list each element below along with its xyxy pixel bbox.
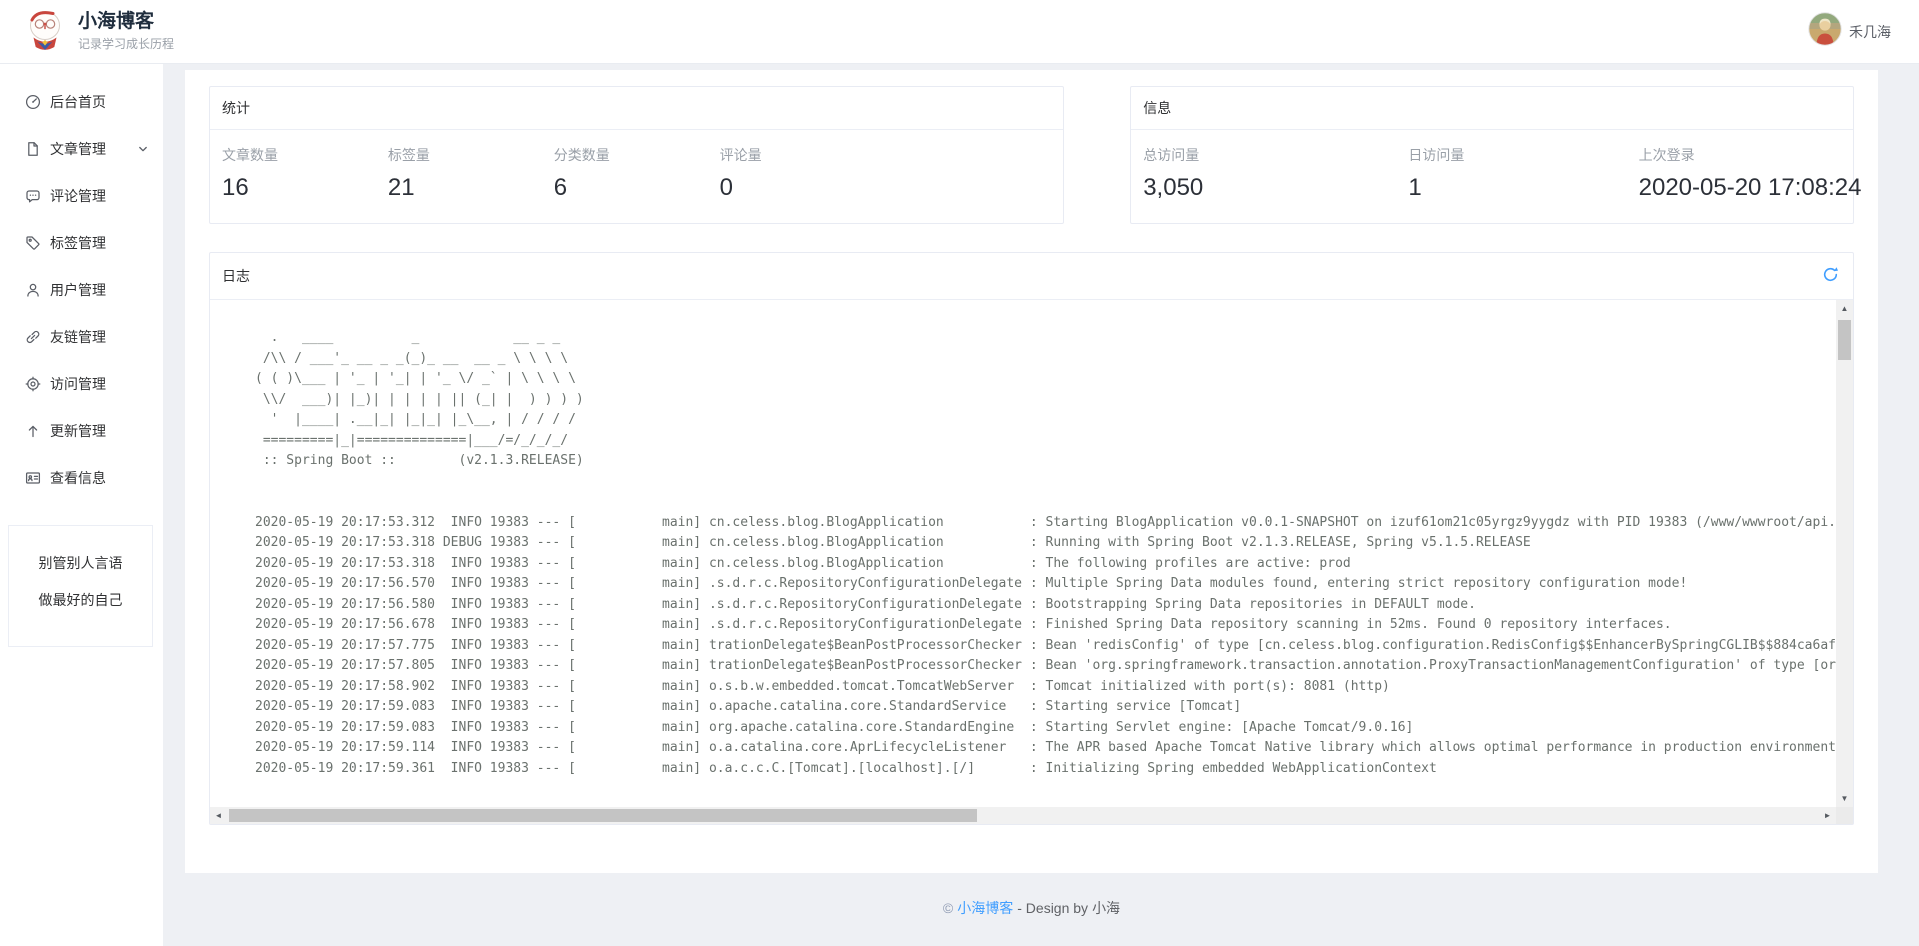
link-icon <box>25 329 41 345</box>
stat-column: 文章数量 16 <box>222 145 388 202</box>
info-label: 总访问量 <box>1143 145 1408 165</box>
sidebar-item-users[interactable]: 用户管理 <box>0 266 163 313</box>
sidebar: 后台首页文章管理评论管理标签管理用户管理友链管理访问管理更新管理查看信息 别管别… <box>0 64 163 946</box>
refresh-button[interactable] <box>1820 264 1841 288</box>
info-label: 上次登录 <box>1639 145 1841 165</box>
scroll-left-arrow-icon[interactable]: ◄ <box>210 807 227 824</box>
info-column: 上次登录 2020-05-20 17:08:24 <box>1639 145 1841 202</box>
log-horizontal-scrollbar[interactable]: ◄ ► <box>210 807 1836 824</box>
dashboard-icon <box>25 94 41 110</box>
motto-line-2: 做最好的自己 <box>13 590 148 610</box>
stats-card-title: 统计 <box>222 100 250 116</box>
sidebar-item-label: 查看信息 <box>50 468 149 488</box>
stat-column: 标签量 21 <box>388 145 554 202</box>
info-card-title: 信息 <box>1143 100 1171 116</box>
app-header: 小海博客 记录学习成长历程 禾几海 <box>0 0 1919 64</box>
log-output: . ____ _ __ _ _ /\\ / ___'_ __ _ _(_)_ _… <box>210 300 1836 779</box>
app-title: 小海博客 <box>78 11 174 33</box>
sidebar-item-label: 标签管理 <box>50 233 149 253</box>
brand-text: 小海博客 记录学习成长历程 <box>78 11 174 52</box>
info-label: 日访问量 <box>1408 145 1638 165</box>
sidebar-item-visits[interactable]: 访问管理 <box>0 360 163 407</box>
stats-card-body: 文章数量 16标签量 21分类数量 6评论量 0 <box>210 130 1063 223</box>
aim-icon <box>25 376 41 392</box>
sidebar-nav: 后台首页文章管理评论管理标签管理用户管理友链管理访问管理更新管理查看信息 <box>0 78 163 501</box>
main-column: 统计 文章数量 16标签量 21分类数量 6评论量 0 信息 总访问量 3,050日访问量… <box>163 64 1919 946</box>
cards-row: 统计 文章数量 16标签量 21分类数量 6评论量 0 信息 总访问量 3,050日访问量… <box>209 86 1854 224</box>
footer-brand-link[interactable]: 小海博客 <box>957 898 1013 918</box>
sidebar-item-label: 后台首页 <box>50 92 149 112</box>
log-body: . ____ _ __ _ _ /\\ / ___'_ __ _ _(_)_ _… <box>210 300 1853 824</box>
info-card: 信息 总访问量 3,050日访问量 1上次登录 2020-05-20 17:08:24 <box>1130 86 1854 224</box>
app-logo <box>24 7 66 56</box>
info-column: 总访问量 3,050 <box>1143 145 1408 202</box>
refresh-icon <box>1822 266 1839 286</box>
info-value: 1 <box>1408 174 1638 202</box>
vertical-scroll-thumb[interactable] <box>1838 320 1851 360</box>
sidebar-item-label: 用户管理 <box>50 280 149 300</box>
stat-value: 0 <box>720 174 886 202</box>
log-viewport[interactable]: . ____ _ __ _ _ /\\ / ___'_ __ _ _(_)_ _… <box>210 300 1836 807</box>
stats-card-header: 统计 <box>210 87 1063 130</box>
stat-label: 文章数量 <box>222 145 388 165</box>
sidebar-item-label: 评论管理 <box>50 186 149 206</box>
info-card-body: 总访问量 3,050日访问量 1上次登录 2020-05-20 17:08:24 <box>1131 130 1853 223</box>
comment-icon <box>25 188 41 204</box>
log-card-title: 日志 <box>222 266 250 286</box>
document-icon <box>25 141 41 157</box>
info-card-header: 信息 <box>1131 87 1853 130</box>
stat-label: 评论量 <box>720 145 886 165</box>
sidebar-item-label: 更新管理 <box>50 421 149 441</box>
motto-line-1: 别管别人言语 <box>13 553 148 573</box>
scroll-up-arrow-icon[interactable]: ▲ <box>1836 300 1853 317</box>
footer-author: 小海 <box>1092 898 1120 918</box>
log-vertical-scrollbar[interactable]: ▲ ▼ <box>1836 300 1853 807</box>
stat-value: 21 <box>388 174 554 202</box>
username: 禾几海 <box>1849 22 1891 42</box>
upload-icon <box>25 423 41 439</box>
log-card-header: 日志 <box>210 253 1853 300</box>
user-menu[interactable]: 禾几海 <box>1808 12 1891 51</box>
horizontal-scroll-thumb[interactable] <box>229 809 977 822</box>
brand: 小海博客 记录学习成长历程 <box>24 7 174 56</box>
footer-copyright: © <box>943 900 953 916</box>
avatar[interactable] <box>1808 12 1842 51</box>
stat-value: 16 <box>222 174 388 202</box>
sidebar-item-updates[interactable]: 更新管理 <box>0 407 163 454</box>
user-icon <box>25 282 41 298</box>
app-subtitle: 记录学习成长历程 <box>78 35 174 52</box>
stat-value: 6 <box>554 174 720 202</box>
scroll-right-arrow-icon[interactable]: ► <box>1819 807 1836 824</box>
id-card-icon <box>25 470 41 486</box>
footer-middle-text: - Design by <box>1017 900 1088 916</box>
chevron-down-icon <box>137 143 149 155</box>
sidebar-item-comments[interactable]: 评论管理 <box>0 172 163 219</box>
footer: © 小海博客 - Design by 小海 <box>185 873 1878 943</box>
stats-card: 统计 文章数量 16标签量 21分类数量 6评论量 0 <box>209 86 1064 224</box>
stat-column: 分类数量 6 <box>554 145 720 202</box>
main-panel: 统计 文章数量 16标签量 21分类数量 6评论量 0 信息 总访问量 3,050日访问量… <box>185 70 1878 873</box>
info-column: 日访问量 1 <box>1408 145 1638 202</box>
sidebar-item-label: 访问管理 <box>50 374 149 394</box>
stat-label: 标签量 <box>388 145 554 165</box>
info-value: 3,050 <box>1143 174 1408 202</box>
log-card: 日志 . ____ _ __ _ _ /\\ <box>209 252 1854 825</box>
tag-icon <box>25 235 41 251</box>
stat-column: 评论量 0 <box>720 145 886 202</box>
sidebar-item-info[interactable]: 查看信息 <box>0 454 163 501</box>
sidebar-item-links[interactable]: 友链管理 <box>0 313 163 360</box>
motto-box: 别管别人言语 做最好的自己 <box>8 525 153 647</box>
sidebar-item-articles[interactable]: 文章管理 <box>0 125 163 172</box>
stat-label: 分类数量 <box>554 145 720 165</box>
scroll-down-arrow-icon[interactable]: ▼ <box>1836 790 1853 807</box>
scrollbar-corner <box>1836 807 1853 824</box>
sidebar-item-label: 友链管理 <box>50 327 149 347</box>
sidebar-item-tags[interactable]: 标签管理 <box>0 219 163 266</box>
sidebar-item-label: 文章管理 <box>50 139 133 159</box>
sidebar-item-dashboard[interactable]: 后台首页 <box>0 78 163 125</box>
info-value: 2020-05-20 17:08:24 <box>1639 174 1841 202</box>
